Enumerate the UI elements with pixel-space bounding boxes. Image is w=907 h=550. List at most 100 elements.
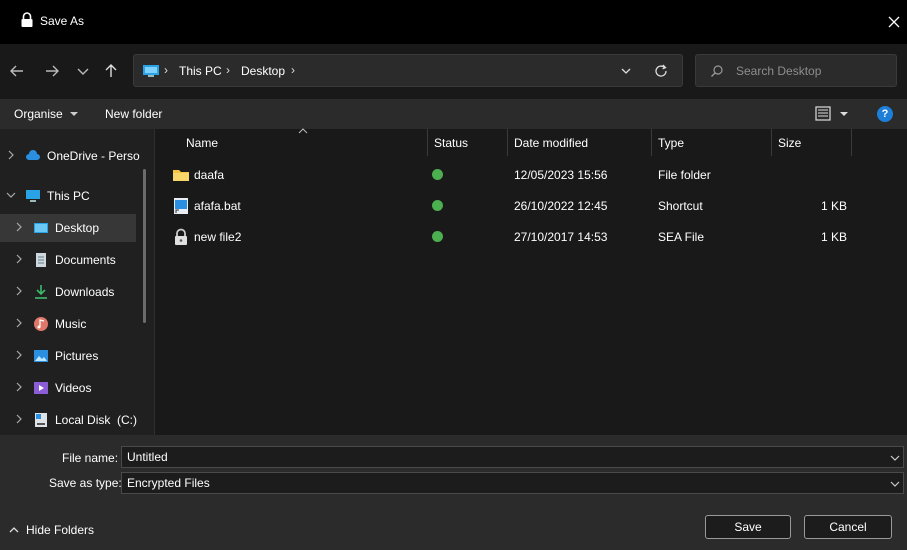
- sidebar-item-label: Local Disk (C:): [55, 413, 138, 427]
- cancel-button[interactable]: Cancel: [804, 515, 892, 539]
- file-type: File folder: [658, 168, 711, 182]
- new-folder-button[interactable]: New folder: [105, 107, 162, 121]
- chevron-right-icon[interactable]: [14, 222, 24, 232]
- view-options-icon[interactable]: [815, 106, 851, 122]
- desktop-icon: [34, 223, 48, 233]
- file-date: 12/05/2023 15:56: [514, 168, 608, 182]
- sync-status-icon: [432, 200, 443, 211]
- search-box[interactable]: [695, 54, 897, 87]
- refresh-icon[interactable]: [654, 64, 668, 78]
- chevron-right-icon[interactable]: [6, 150, 16, 160]
- file-name: afafa.bat: [194, 199, 241, 213]
- chevron-right-icon[interactable]: [14, 254, 24, 264]
- sidebar-scrollbar[interactable]: [143, 169, 146, 323]
- file-size: 1 KB: [821, 199, 848, 213]
- column-divider[interactable]: [507, 129, 508, 156]
- disk-icon: [35, 413, 47, 427]
- save-button[interactable]: Save: [705, 515, 791, 539]
- organise-label: Organise: [14, 107, 63, 121]
- sidebar-item-label: This PC: [47, 189, 90, 203]
- cloud-icon: [26, 150, 40, 160]
- column-header-size[interactable]: Size: [778, 136, 801, 150]
- file-name-label: File name:: [62, 451, 119, 465]
- file-row-afafa-bat[interactable]: afafa.bat 26/10/2022 12:45 Shortcut 1 KB: [155, 190, 907, 221]
- chevron-right-icon[interactable]: [14, 318, 24, 328]
- breadcrumb-desktop[interactable]: Desktop: [241, 64, 285, 78]
- column-divider[interactable]: [651, 129, 652, 156]
- file-name-input[interactable]: Untitled: [121, 446, 904, 468]
- sidebar-item-label: Videos: [55, 381, 92, 395]
- chevron-right-icon[interactable]: [14, 382, 24, 392]
- sidebar-item-desktop[interactable]: Desktop: [0, 214, 136, 242]
- column-header-status[interactable]: Status: [434, 136, 468, 150]
- sidebar-item-label: Documents: [55, 253, 116, 267]
- column-header-name[interactable]: Name: [186, 136, 218, 150]
- window-title: Save As: [40, 14, 85, 28]
- file-name-value[interactable]: Untitled: [127, 450, 168, 464]
- file-size: 1 KB: [821, 230, 848, 244]
- file-list: Name Status Date modified Type Size daaf…: [155, 128, 907, 435]
- save-as-type-select[interactable]: Encrypted Files: [121, 472, 904, 494]
- column-divider[interactable]: [851, 129, 852, 156]
- column-header-date-modified[interactable]: Date modified: [514, 136, 588, 150]
- back-icon[interactable]: [7, 61, 27, 81]
- sidebar-item-onedrive[interactable]: OneDrive - Perso: [0, 142, 140, 170]
- column-header-type[interactable]: Type: [658, 136, 684, 150]
- computer-icon: [143, 65, 159, 77]
- folder-icon: [173, 170, 189, 181]
- recent-locations-icon[interactable]: [73, 61, 93, 81]
- search-input[interactable]: [736, 62, 886, 80]
- sidebar-item-videos[interactable]: Videos: [0, 374, 136, 402]
- chevron-down-icon[interactable]: [890, 453, 900, 463]
- file-date: 26/10/2022 12:45: [514, 199, 608, 213]
- close-icon[interactable]: [886, 14, 902, 30]
- address-bar[interactable]: › This PC › Desktop ›: [133, 54, 683, 87]
- chevron-right-icon[interactable]: [14, 414, 24, 424]
- sidebar-item-documents[interactable]: Documents: [0, 246, 136, 274]
- shortcut-icon: [174, 198, 188, 214]
- sidebar-item-pictures[interactable]: Pictures: [0, 342, 136, 370]
- column-divider[interactable]: [771, 129, 772, 156]
- command-bar: Organise New folder ?: [0, 99, 907, 129]
- music-icon: [34, 317, 48, 331]
- breadcrumb-this-pc[interactable]: This PC: [179, 64, 222, 78]
- chevron-down-icon[interactable]: [620, 65, 632, 77]
- column-divider[interactable]: [427, 129, 428, 156]
- breadcrumb-separator: ›: [164, 63, 168, 77]
- sidebar-item-this-pc[interactable]: This PC: [0, 182, 136, 210]
- sidebar-item-label: Desktop: [55, 221, 100, 235]
- breadcrumb-separator[interactable]: ›: [291, 63, 295, 77]
- chevron-down-icon[interactable]: [6, 190, 16, 200]
- chevron-down-icon[interactable]: [890, 479, 900, 489]
- file-name: new file2: [194, 230, 242, 244]
- file-row-daafa[interactable]: daafa 12/05/2023 15:56 File folder: [155, 159, 907, 190]
- up-icon[interactable]: [101, 61, 121, 81]
- sidebar-item-local-disk[interactable]: Local Disk (C:): [0, 406, 138, 434]
- file-row-new-file2[interactable]: new file2 27/10/2017 14:53 SEA File 1 KB: [155, 221, 907, 252]
- breadcrumb-separator: ›: [226, 63, 230, 77]
- file-date: 27/10/2017 14:53: [514, 230, 608, 244]
- pictures-icon: [34, 350, 48, 362]
- computer-icon: [26, 190, 40, 202]
- sidebar-item-label: Pictures: [55, 349, 99, 363]
- caret-down-icon: [70, 112, 79, 116]
- hide-folders-label: Hide Folders: [26, 523, 95, 537]
- forward-icon[interactable]: [42, 61, 62, 81]
- organise-button[interactable]: Organise: [14, 107, 79, 121]
- help-button[interactable]: ?: [877, 106, 893, 122]
- sidebar-item-downloads[interactable]: Downloads: [0, 278, 136, 306]
- sidebar-item-label: Downloads: [55, 285, 115, 299]
- sidebar-item-music[interactable]: Music: [0, 310, 136, 338]
- file-type: Shortcut: [658, 199, 703, 213]
- save-as-type-value: Encrypted Files: [127, 476, 210, 490]
- file-type: SEA File: [658, 230, 705, 244]
- title-bar: Save As: [0, 0, 907, 44]
- download-icon: [35, 285, 47, 299]
- chevron-right-icon[interactable]: [14, 286, 24, 296]
- save-as-type-label: Save as type:: [49, 476, 122, 490]
- file-name: daafa: [194, 168, 225, 182]
- lock-icon: [21, 12, 33, 27]
- sync-status-icon: [432, 169, 443, 180]
- lock-file-icon: [175, 228, 187, 245]
- chevron-right-icon[interactable]: [14, 350, 24, 360]
